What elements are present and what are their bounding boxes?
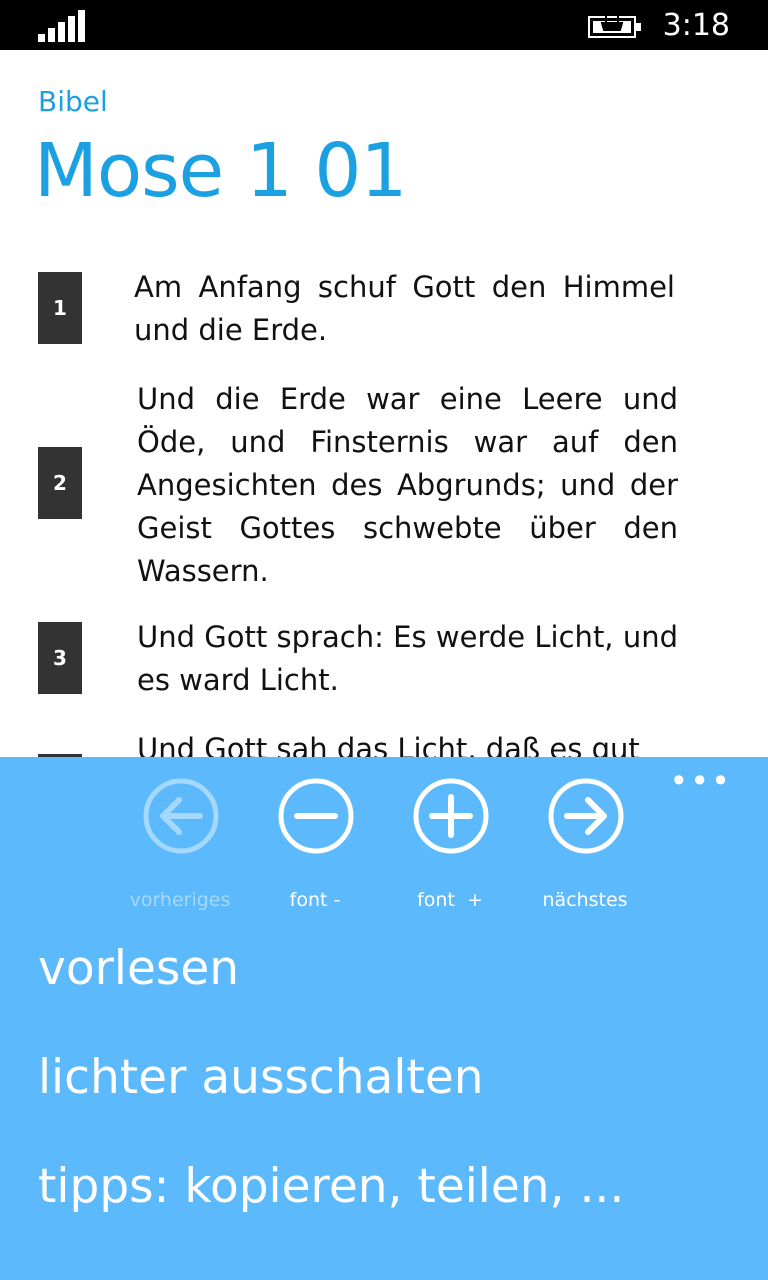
- app-bar: ••• vorheriges font - font + nächstes vo…: [0, 757, 768, 1280]
- verse-text[interactable]: Und Gott sprach: Es werde Licht, und es …: [137, 616, 678, 702]
- next-button-label: nächstes: [542, 889, 628, 911]
- menu-item-tips[interactable]: tipps: kopieren, teilen, ...: [38, 1157, 624, 1217]
- next-button[interactable]: nächstes: [525, 777, 645, 911]
- font-decrease-button[interactable]: font -: [255, 777, 375, 911]
- menu-item-read-aloud[interactable]: vorlesen: [38, 939, 239, 999]
- more-options-button[interactable]: •••: [669, 761, 732, 801]
- verse-number-badge: 3: [38, 622, 82, 694]
- signal-bars-icon: [38, 10, 85, 42]
- status-bar: 3:18: [0, 0, 768, 50]
- previous-button-label: vorheriges: [129, 889, 231, 911]
- clock: 3:18: [662, 8, 730, 43]
- previous-button[interactable]: vorheriges: [120, 777, 240, 911]
- arrow-right-icon: [548, 778, 624, 854]
- minus-icon: [278, 778, 354, 854]
- font-increase-label: font +: [417, 889, 483, 911]
- font-decrease-label: font -: [289, 889, 341, 911]
- verse-text[interactable]: Am Anfang schuf Gott den Himmel und die …: [134, 266, 675, 352]
- font-increase-button[interactable]: font +: [390, 777, 510, 911]
- page-title: Mose 1 01: [34, 128, 407, 214]
- battery-charging-icon: [588, 16, 641, 38]
- verse-number-badge: 2: [38, 447, 82, 519]
- verse-number-badge: 1: [38, 272, 82, 344]
- plus-icon: [413, 778, 489, 854]
- app-title: Bibel: [38, 85, 108, 118]
- verse-text[interactable]: Und die Erde war eine Leere und Öde, und…: [137, 378, 678, 593]
- arrow-left-icon: [143, 778, 219, 854]
- menu-item-lights-off[interactable]: lichter ausschalten: [38, 1048, 484, 1108]
